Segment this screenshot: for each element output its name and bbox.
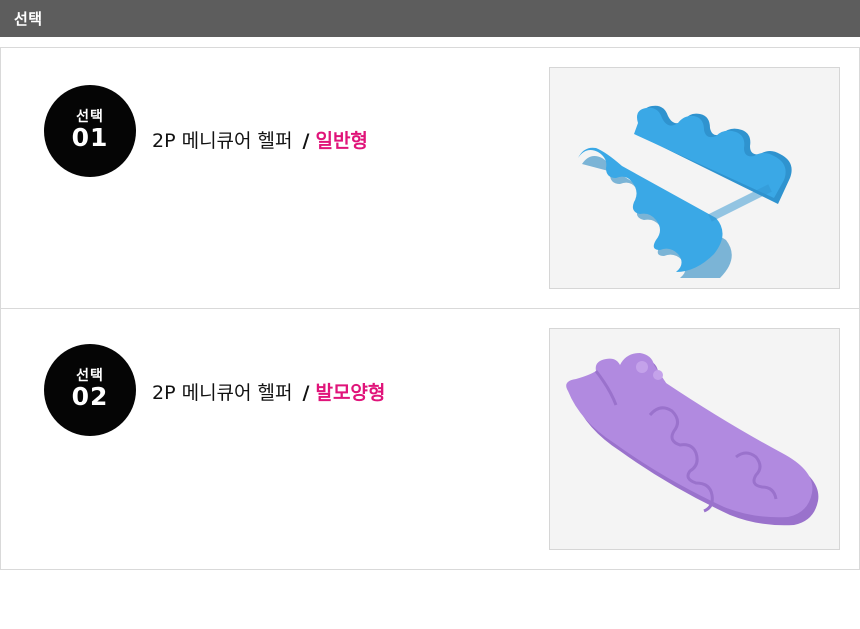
option-02[interactable]: 선택 02 2P 메니큐어 헬퍼 / 발모양형 (1, 309, 859, 569)
option-01[interactable]: 선택 01 2P 메니큐어 헬퍼 / 일반형 (1, 48, 859, 308)
option-label: 2P 메니큐어 헬퍼 / 발모양형 (152, 378, 385, 405)
product-type: 일반형 (315, 130, 368, 152)
header-title: 선택 (14, 10, 43, 28)
product-type: 발모양형 (315, 382, 386, 404)
header-bar: 선택 (0, 0, 860, 37)
separator: / (302, 130, 310, 152)
option-badge: 선택 02 (44, 344, 136, 436)
badge-number: 01 (71, 123, 109, 152)
product-name: 2P 메니큐어 헬퍼 (152, 382, 293, 404)
badge-number: 02 (71, 382, 109, 411)
separator: / (302, 382, 310, 404)
product-name: 2P 메니큐어 헬퍼 (152, 130, 293, 152)
options-panel: 선택 01 2P 메니큐어 헬퍼 / 일반형 선택 02 2P 메니큐어 헬퍼 … (0, 47, 860, 570)
option-label: 2P 메니큐어 헬퍼 / 일반형 (152, 126, 368, 153)
option-badge: 선택 01 (44, 85, 136, 177)
purple-foot-toe-separator-image (549, 328, 840, 550)
blue-toe-separator-image (549, 67, 840, 289)
